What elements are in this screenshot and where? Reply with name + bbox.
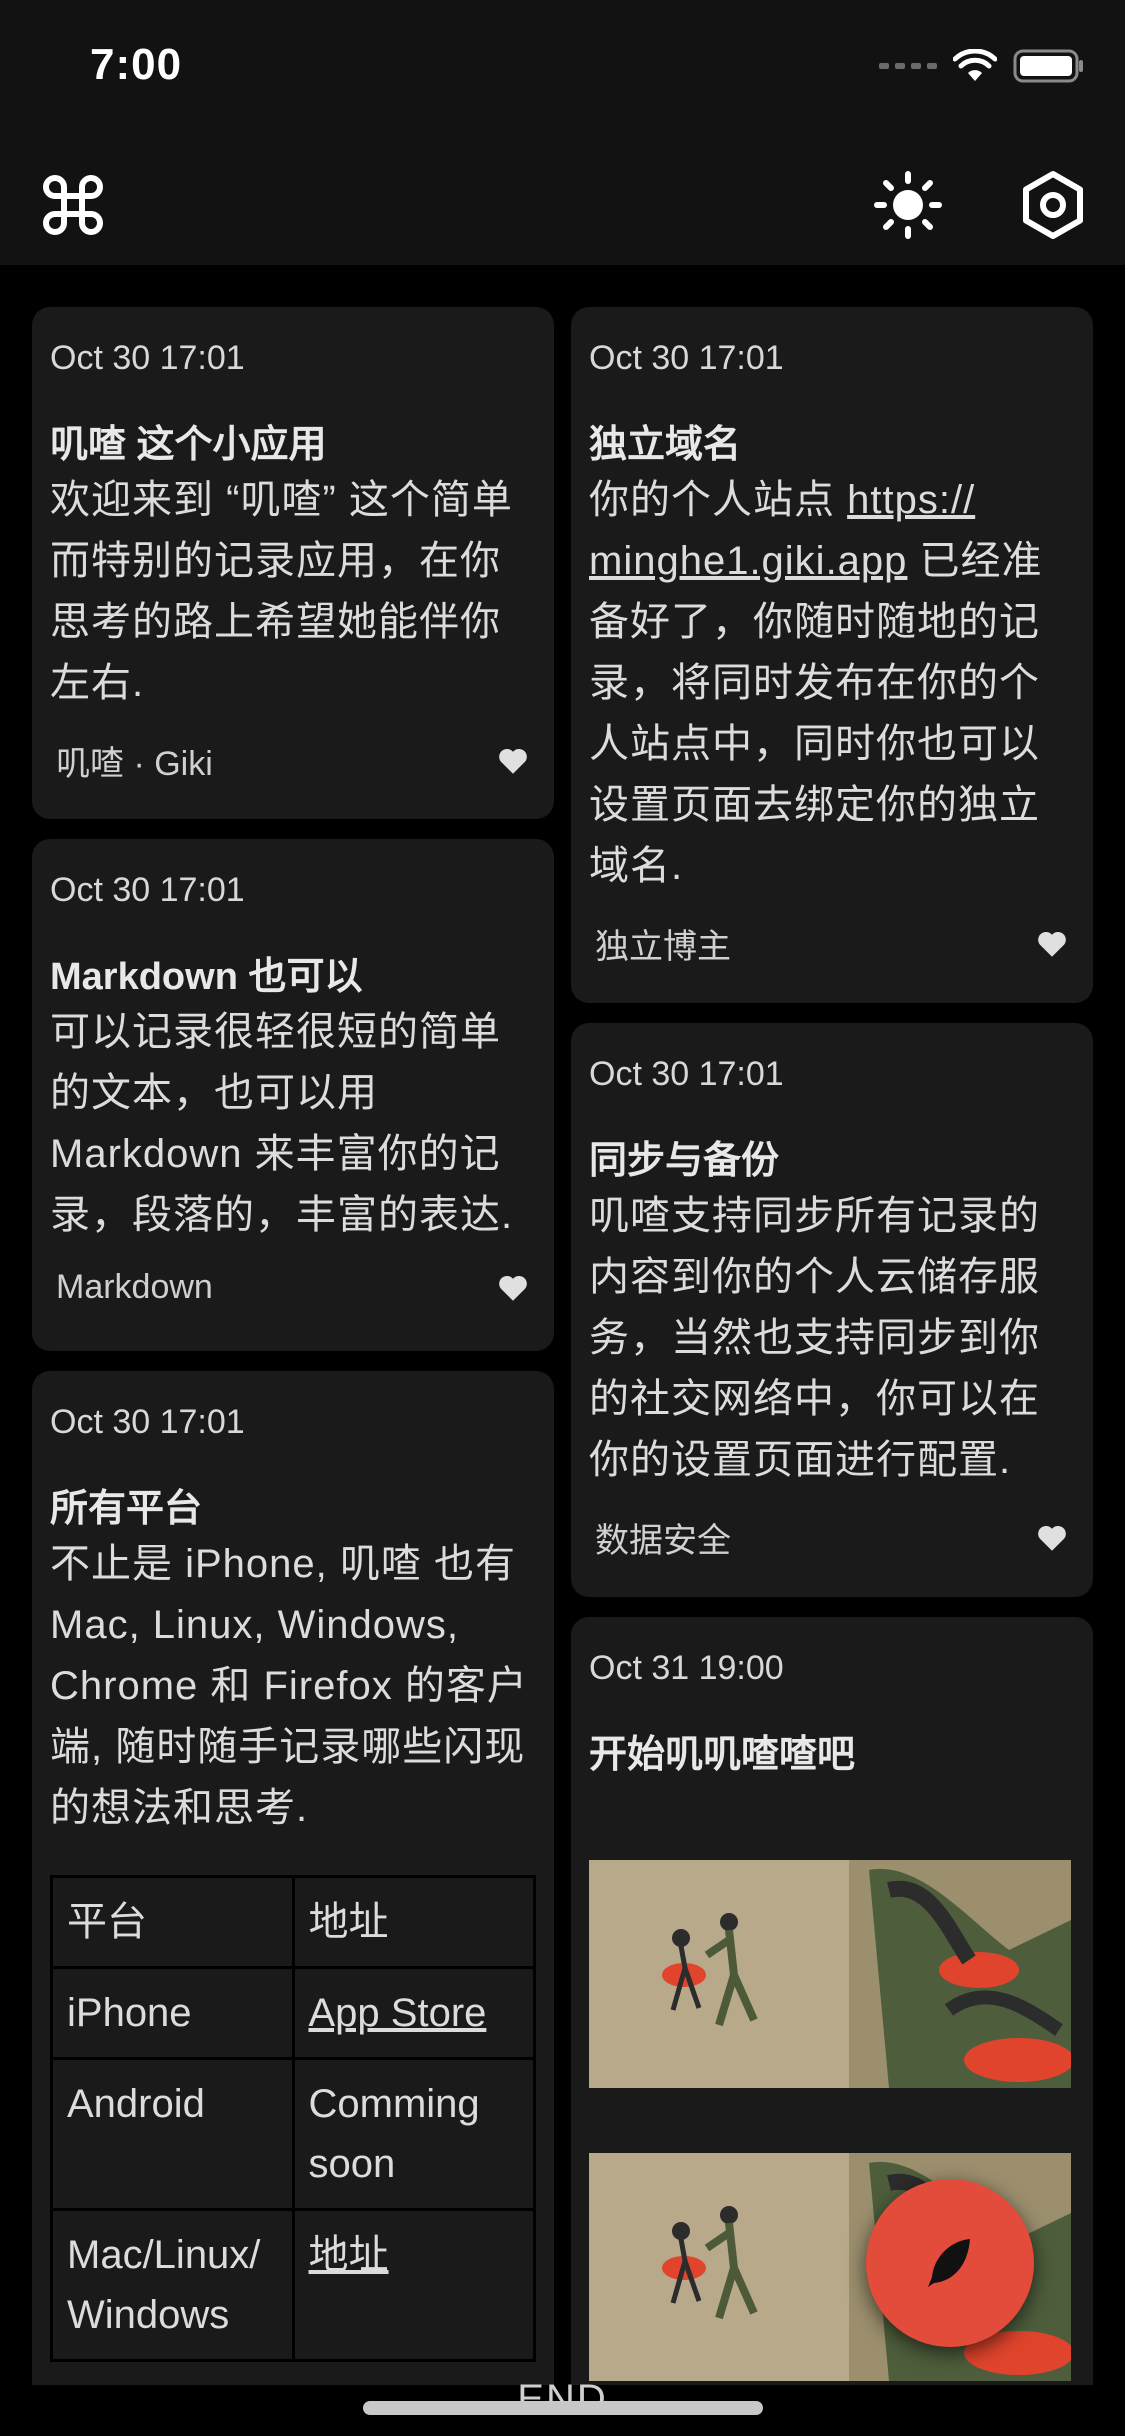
app-store-link[interactable]: App Store xyxy=(309,1991,487,2035)
sun-icon[interactable] xyxy=(873,170,943,240)
table-header-cell: 地址 xyxy=(291,1875,536,1969)
download-link[interactable]: 地址 xyxy=(309,2233,389,2277)
table-cell: Android xyxy=(50,2057,295,2211)
note-body: 可以记录很轻很短的简单的文本，也可以用 Markdown 来丰富你的记录，段落的… xyxy=(50,1010,514,1237)
notes-feed[interactable]: Oct 30 17:01 叽喳 这个小应用 欢迎来到 “叽喳” 这个简单而特别的… xyxy=(0,265,1125,2385)
note-card[interactable]: Oct 30 17:01 Markdown 也可以 可以记录很轻很短的简单的文本… xyxy=(32,839,554,1351)
table-cell: 地址 xyxy=(291,2208,536,2362)
table-cell: iPhone xyxy=(50,1966,295,2060)
note-footer: 数据安全 xyxy=(589,1513,1075,1562)
note-tag[interactable]: Markdown xyxy=(56,1268,213,1307)
feed-column-right: Oct 30 17:01 独立域名 你的个人站点 https:// minghe… xyxy=(571,307,1093,2385)
note-date: Oct 30 17:01 xyxy=(589,1055,784,1093)
table-cell: Comming soon xyxy=(291,2057,536,2211)
table-row: Android Comming soon xyxy=(50,2057,536,2211)
signal-icon xyxy=(879,63,937,69)
note-body: 欢迎来到 “叽喳” 这个简单而特别的记录应用，在你思考的路上希望她能伴你左右. xyxy=(50,478,513,705)
note-title: 同步与备份 xyxy=(589,1140,780,1182)
note-card[interactable]: Oct 30 17:01 独立域名 你的个人站点 https:// minghe… xyxy=(571,307,1093,1003)
note-body: 叽喳支持同步所有记录的内容到你的个人云储存服务，当然也支持同步到你的社交网络中，… xyxy=(589,1194,1040,1482)
heart-icon[interactable] xyxy=(496,1271,530,1305)
table-header-cell: 平台 xyxy=(50,1875,295,1969)
bottom-area: END xyxy=(0,2377,1125,2436)
note-date: Oct 30 17:01 xyxy=(50,871,245,909)
status-time: 7:00 xyxy=(90,40,183,89)
table-cell: Mac/Linux/ Windows xyxy=(50,2208,295,2362)
command-icon[interactable] xyxy=(38,170,108,240)
note-card[interactable]: Oct 30 17:01 叽喳 这个小应用 欢迎来到 “叽喳” 这个简单而特别的… xyxy=(32,307,554,819)
top-toolbar xyxy=(0,140,1125,265)
heart-icon[interactable] xyxy=(1035,1521,1069,1555)
heart-icon[interactable] xyxy=(496,744,530,778)
note-tag[interactable]: 独立博主 xyxy=(595,919,731,968)
note-body: 不止是 iPhone, 叽喳 也有 Mac, Linux, Windows, C… xyxy=(50,1542,528,1830)
home-indicator[interactable] xyxy=(363,2401,763,2415)
note-card[interactable]: Oct 30 17:01 所有平台 不止是 iPhone, 叽喳 也有 Mac,… xyxy=(32,1371,554,2385)
note-footer: Markdown xyxy=(50,1268,536,1307)
note-body-text: 已经准备好了，你随时随地的记录，将同时发布在你的个人站点中，同时你也可以设置页面… xyxy=(589,539,1043,888)
battery-icon xyxy=(1013,49,1083,83)
feed-column-left: Oct 30 17:01 叽喳 这个小应用 欢迎来到 “叽喳” 这个简单而特别的… xyxy=(32,307,554,2385)
heart-icon[interactable] xyxy=(1035,927,1069,961)
note-footer: 叽喳 · Giki xyxy=(50,736,536,785)
note-title: 开始叽叽喳喳吧 xyxy=(589,1734,856,1776)
table-row: Mac/Linux/ Windows 地址 xyxy=(50,2208,536,2362)
note-date: Oct 30 17:01 xyxy=(50,339,245,377)
note-title: 独立域名 xyxy=(589,424,742,466)
wifi-icon xyxy=(953,49,997,81)
note-title: 所有平台 xyxy=(50,1488,203,1530)
note-date: Oct 31 19:00 xyxy=(589,1649,784,1687)
table-header-row: 平台 地址 xyxy=(50,1875,536,1969)
status-icons xyxy=(879,48,1085,84)
note-title: Markdown 也可以 xyxy=(50,956,363,998)
note-footer: 独立博主 xyxy=(589,919,1075,968)
end-label: END xyxy=(517,2377,608,2421)
note-tag[interactable]: 数据安全 xyxy=(595,1513,731,1562)
note-body-text: 你的个人站点 xyxy=(589,478,848,522)
note-image[interactable] xyxy=(589,1860,1074,2088)
note-date: Oct 30 17:01 xyxy=(50,1403,245,1441)
table-row: iPhone App Store xyxy=(50,1966,536,2060)
note-body: 你的个人站点 https:// minghe1.giki.app 已经准备好了，… xyxy=(589,470,1075,897)
note-tag[interactable]: 叽喳 · Giki xyxy=(56,736,213,785)
note-title: 叽喳 这个小应用 xyxy=(50,424,327,466)
hexagon-settings-icon[interactable] xyxy=(1018,170,1088,240)
status-bar: 7:00 xyxy=(0,0,1125,140)
feather-icon xyxy=(928,2239,970,2287)
platform-table: 平台 地址 iPhone App Store Android Comming s… xyxy=(50,1875,536,2362)
table-cell: App Store xyxy=(291,1966,536,2060)
compose-button[interactable] xyxy=(866,2179,1034,2347)
note-date: Oct 30 17:01 xyxy=(589,339,784,377)
note-card[interactable]: Oct 30 17:01 同步与备份 叽喳支持同步所有记录的内容到你的个人云储存… xyxy=(571,1023,1093,1597)
